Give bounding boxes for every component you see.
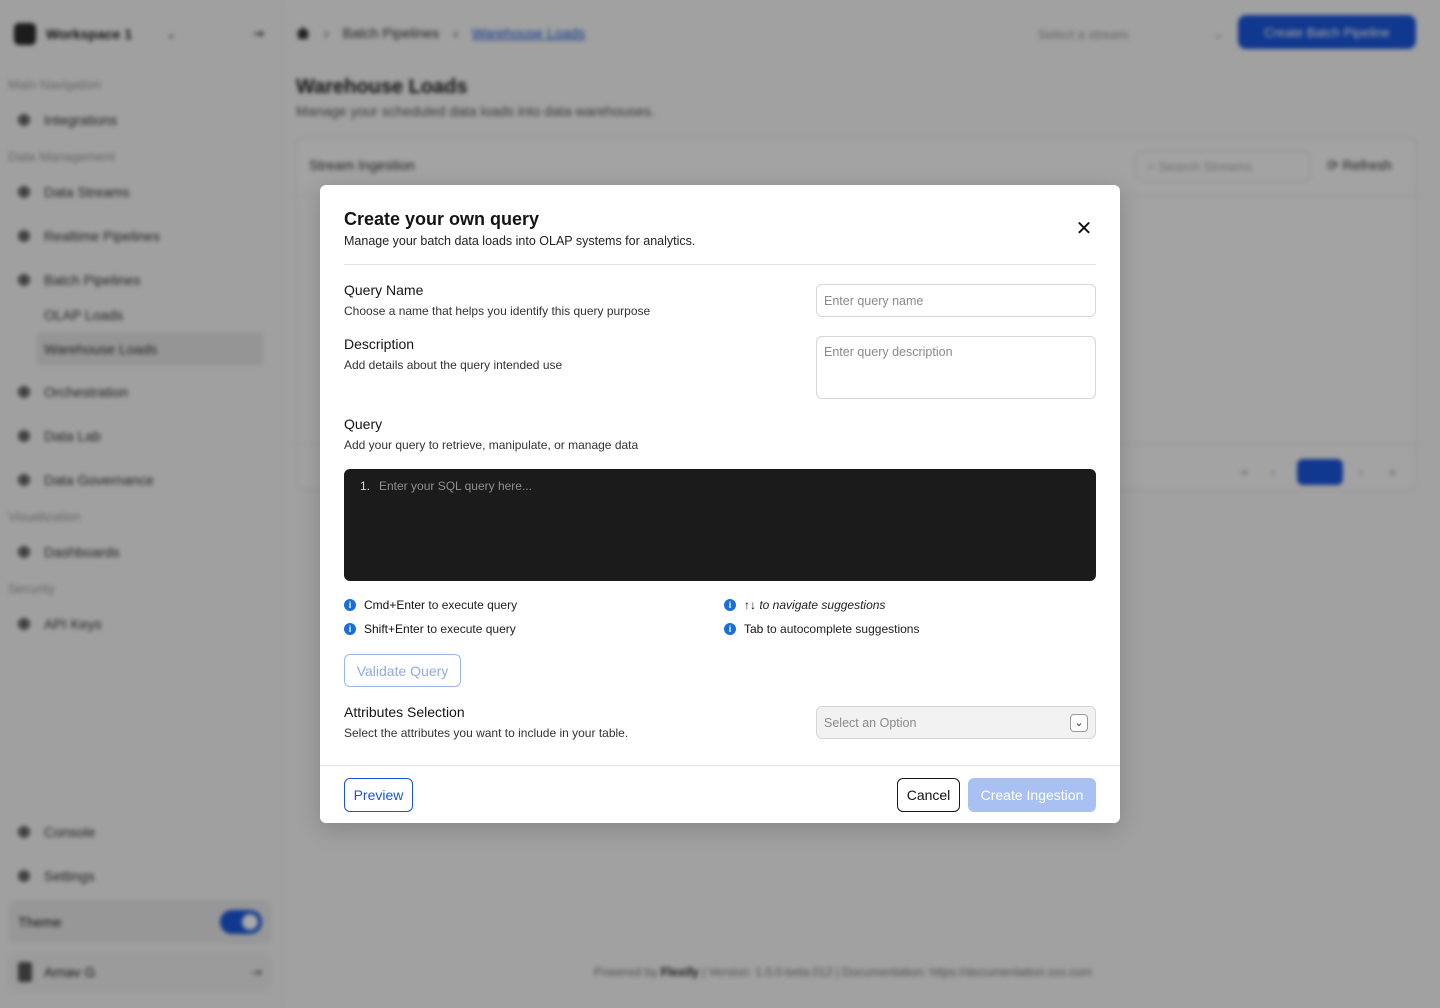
query-name-help: Choose a name that helps you identify th… — [344, 304, 651, 318]
description-label: Description — [344, 336, 415, 352]
query-name-input[interactable] — [816, 284, 1096, 317]
validate-query-button[interactable]: Validate Query — [344, 654, 461, 687]
arrow-up-down-icon: ↑↓ — [744, 598, 756, 612]
query-label: Query — [344, 416, 383, 432]
description-help: Add details about the query intended use — [344, 358, 563, 372]
tip-execute-shift: i Shift+Enter to execute query — [344, 622, 516, 636]
divider — [344, 264, 1096, 265]
info-icon: i — [344, 623, 356, 635]
create-ingestion-button[interactable]: Create Ingestion — [968, 778, 1096, 812]
create-query-modal: Create your own query Manage your batch … — [320, 185, 1120, 823]
sql-editor[interactable]: 1. Enter your SQL query here... — [344, 469, 1096, 581]
modal-subtitle: Manage your batch data loads into OLAP s… — [344, 234, 696, 248]
attributes-select[interactable]: Select an Option ⌄ — [816, 706, 1096, 739]
cancel-button[interactable]: Cancel — [897, 778, 960, 812]
divider — [320, 765, 1120, 766]
info-icon: i — [724, 623, 736, 635]
close-icon[interactable]: ✕ — [1073, 218, 1095, 240]
attributes-select-value: Select an Option — [824, 715, 917, 730]
preview-button[interactable]: Preview — [344, 778, 413, 812]
info-icon: i — [724, 599, 736, 611]
attributes-help: Select the attributes you want to includ… — [344, 726, 629, 740]
info-icon: i — [344, 599, 356, 611]
sql-editor-placeholder: Enter your SQL query here... — [379, 479, 532, 493]
query-name-label: Query Name — [344, 282, 424, 298]
tip-navigate: i ↑↓ to navigate suggestions — [724, 598, 885, 612]
tip-autocomplete: i Tab to autocomplete suggestions — [724, 622, 919, 636]
attributes-label: Attributes Selection — [344, 704, 465, 720]
chevron-down-icon: ⌄ — [1070, 713, 1088, 732]
modal-title: Create your own query — [344, 209, 540, 229]
description-textarea[interactable] — [816, 336, 1096, 399]
line-number: 1. — [360, 479, 371, 493]
tip-execute-cmd: i Cmd+Enter to execute query — [344, 598, 517, 612]
query-help: Add your query to retrieve, manipulate, … — [344, 438, 639, 452]
